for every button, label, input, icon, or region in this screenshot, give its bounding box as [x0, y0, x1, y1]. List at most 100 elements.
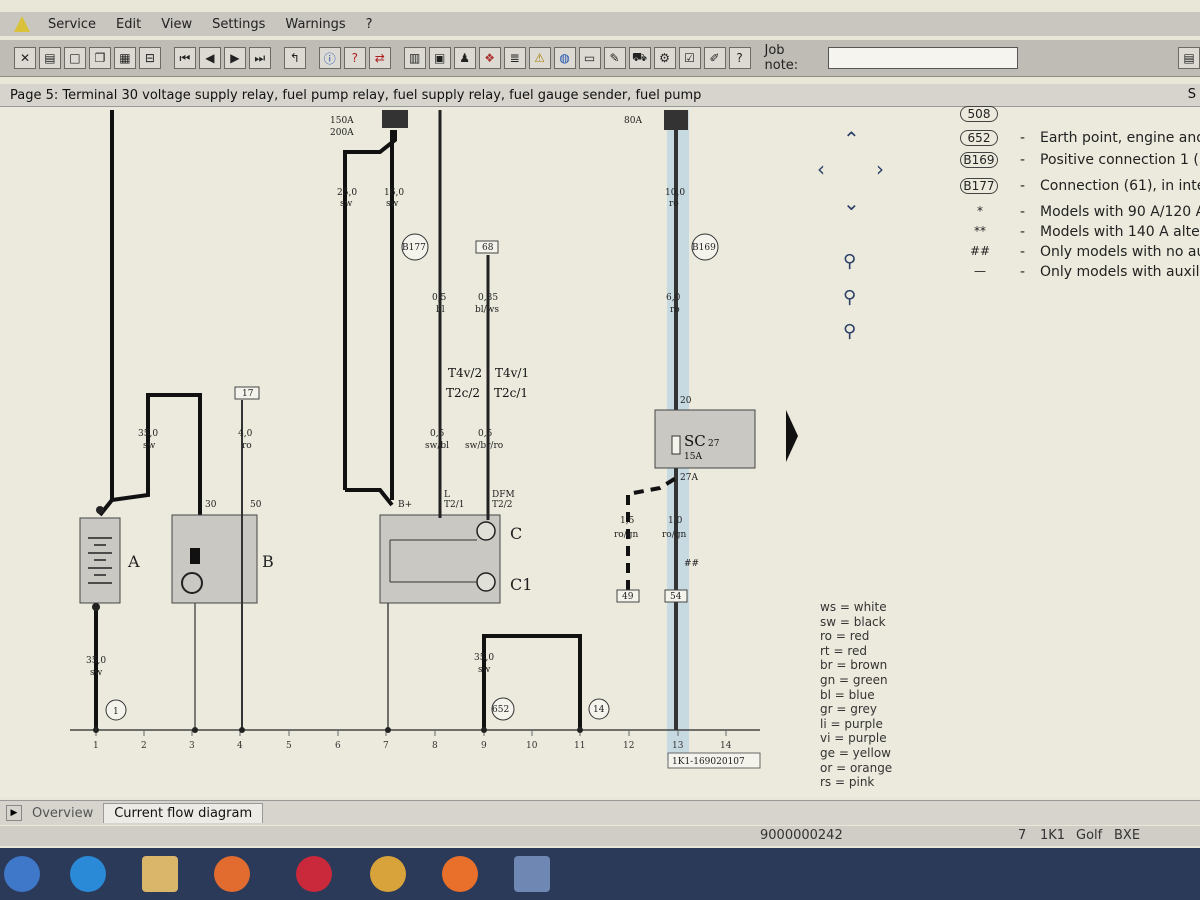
people-icon[interactable]: ♟ [453, 47, 476, 69]
scroll-down-icon[interactable]: ⌄ [843, 191, 860, 215]
wire-350-b-color: sw [90, 668, 103, 678]
legend-gr: gr = grey [820, 702, 878, 717]
connector-54-label: 54 [670, 592, 682, 602]
copy-icon[interactable]: ❐ [88, 47, 111, 69]
ruler-8: 8 [432, 741, 438, 751]
window-icon[interactable]: ▭ [578, 47, 601, 69]
next-page-icon[interactable]: ▶ [223, 47, 246, 69]
legend-dash: - [1020, 178, 1026, 194]
sc-number: 27 [708, 439, 720, 449]
network-icon[interactable]: ⚙ [653, 47, 676, 69]
app-red-icon[interactable] [296, 856, 332, 892]
connection-b177-label: B177 [402, 243, 426, 253]
job-note-label: Job note: [764, 43, 799, 73]
wire-40-color: ro [242, 441, 252, 451]
continue-arrow[interactable] [786, 410, 798, 462]
scroll-right-icon[interactable]: › [876, 157, 884, 181]
wire-16-label: 16,0 [384, 188, 404, 198]
wire-40-label: 4,0 [238, 429, 253, 439]
legend-bl: bl = blue [820, 687, 875, 702]
alternator-g-icon [476, 521, 496, 541]
print-icon[interactable]: ▤ [38, 47, 61, 69]
zoom-in-icon[interactable]: ⚲ [843, 251, 856, 272]
battery-terminal-minus [92, 603, 100, 611]
legend-br: br = brown [820, 658, 888, 673]
wire-15-label: 1,5 [620, 516, 635, 526]
car-icon[interactable]: ⊟ [138, 47, 161, 69]
notes-icon[interactable]: ✐ [703, 47, 726, 69]
vehicle-icon[interactable]: ⛟ [628, 47, 651, 69]
ruler-ticks [95, 730, 727, 736]
wire-10-color: ro [669, 199, 679, 209]
tab-scroll-icon[interactable]: ▶ [6, 805, 22, 821]
component-c1-label: C1 [510, 575, 532, 594]
list-icon[interactable]: ≣ [503, 47, 526, 69]
folder-icon[interactable] [142, 856, 178, 892]
zoom-out-icon[interactable]: ⚲ [843, 287, 856, 308]
menu-service[interactable]: Service [38, 17, 106, 32]
ruler-13: 13 [672, 741, 684, 751]
menu-warnings[interactable]: Warnings [275, 17, 355, 32]
last-page-icon[interactable]: ⏭ [248, 47, 271, 69]
firefox-icon[interactable] [442, 856, 478, 892]
document-icon[interactable]: ▦ [113, 47, 136, 69]
fuse-150a: 150A [330, 116, 354, 126]
regulator-icon [476, 572, 496, 592]
ruler-5: 5 [286, 741, 292, 751]
status-bar: 9000000242 7 1K1 Golf BXE [0, 826, 1200, 846]
taskbar [0, 848, 1200, 900]
checkbox-icon[interactable]: ☑ [678, 47, 701, 69]
back-icon[interactable]: ↰ [283, 47, 306, 69]
calculator-icon[interactable]: ▥ [403, 47, 426, 69]
label-t21: T2/1 [444, 500, 465, 510]
help-doc-icon[interactable]: ? [728, 47, 751, 69]
menu-view[interactable]: View [151, 17, 202, 32]
info-icon[interactable]: ⓘ [318, 47, 341, 69]
connection-b169-label: B169 [692, 243, 716, 253]
zoom-fit-icon[interactable]: ⚲ [843, 321, 856, 342]
wire-16-color: sw [386, 199, 399, 209]
legend-symbol: 652 [960, 130, 998, 146]
job-note-field[interactable] [828, 47, 1019, 69]
menu-help[interactable]: ? [356, 17, 383, 32]
save-note-icon[interactable]: ▤ [1178, 47, 1200, 69]
earth-14-label: 14 [593, 705, 605, 715]
disk-icon[interactable]: ▣ [428, 47, 451, 69]
tab-current-flow-diagram[interactable]: Current flow diagram [103, 803, 264, 823]
legend-ws: ws = white [820, 600, 887, 614]
wire-05swbl-label: 0,5 [430, 429, 445, 439]
connector-68-label: 68 [482, 243, 494, 253]
browser-ie-icon[interactable] [70, 856, 106, 892]
new-page-icon[interactable]: □ [63, 47, 86, 69]
color-legend: ws = white sw = black ro = red rt = red … [820, 600, 892, 790]
legend-dash: - [1020, 204, 1026, 220]
switch-icon[interactable]: ⇄ [368, 47, 391, 69]
warning-icon[interactable]: ⚠ [528, 47, 551, 69]
wire-10-label: 10,0 [665, 188, 685, 198]
legend-dash: - [1020, 264, 1026, 280]
menu-settings[interactable]: Settings [202, 17, 275, 32]
prev-page-icon[interactable]: ◀ [198, 47, 221, 69]
first-page-icon[interactable]: ⏮ [173, 47, 196, 69]
tools-icon[interactable]: ✕ [14, 47, 36, 69]
media-player-icon[interactable] [214, 856, 250, 892]
book-icon[interactable]: ❖ [478, 47, 501, 69]
menu-edit[interactable]: Edit [106, 17, 151, 32]
legend-symbol: ** [974, 224, 986, 238]
sc-label: SC [684, 432, 706, 450]
label-t4v2: T4v/2 [448, 366, 482, 380]
globe-icon[interactable]: ◍ [553, 47, 576, 69]
help-icon[interactable]: ? [343, 47, 366, 69]
screen: Service Edit View Settings Warnings ? ✕ … [0, 0, 1200, 900]
edit-icon[interactable]: ✎ [603, 47, 626, 69]
legend-text: Only models with auxili [1040, 264, 1200, 280]
wire-60-label: 6,0 [666, 293, 681, 303]
tab-overview[interactable]: Overview [22, 804, 103, 823]
elsa-app-icon[interactable] [514, 856, 550, 892]
chrome-icon[interactable] [370, 856, 406, 892]
scroll-left-icon[interactable]: ‹ [817, 157, 825, 181]
start-icon[interactable] [4, 856, 40, 892]
wire-350-c-label: 35,0 [474, 653, 494, 663]
scroll-up-icon[interactable]: ⌃ [843, 127, 860, 151]
wire-10b-color: ro/gn [662, 530, 687, 540]
